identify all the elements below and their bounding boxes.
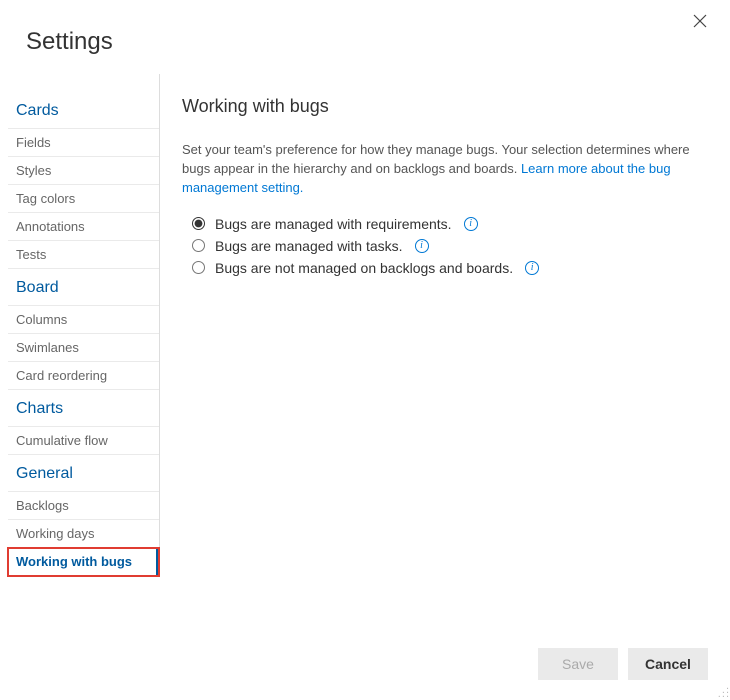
sidebar-item-columns[interactable]: Columns bbox=[8, 306, 159, 334]
sidebar-item-swimlanes[interactable]: Swimlanes bbox=[8, 334, 159, 362]
info-icon[interactable]: i bbox=[464, 217, 478, 231]
sidebar-item-tag-colors[interactable]: Tag colors bbox=[8, 185, 159, 213]
bug-option-label: Bugs are not managed on backlogs and boa… bbox=[215, 260, 513, 276]
sidebar-section-general: General bbox=[8, 455, 159, 492]
save-button[interactable]: Save bbox=[538, 648, 618, 680]
cancel-button[interactable]: Cancel bbox=[628, 648, 708, 680]
bug-option-label: Bugs are managed with tasks. bbox=[215, 238, 403, 254]
sidebar-item-card-reordering[interactable]: Card reordering bbox=[8, 362, 159, 390]
sidebar-section-board: Board bbox=[8, 269, 159, 306]
dialog-footer: Save Cancel bbox=[538, 648, 708, 680]
sidebar-item-cumulative-flow[interactable]: Cumulative flow bbox=[8, 427, 159, 455]
close-button[interactable] bbox=[688, 12, 712, 36]
bug-option-radio-2[interactable] bbox=[192, 261, 205, 274]
content-title: Working with bugs bbox=[182, 96, 702, 117]
info-icon[interactable]: i bbox=[415, 239, 429, 253]
bug-option-row: Bugs are managed with requirements. i bbox=[192, 216, 702, 232]
sidebar-item-backlogs[interactable]: Backlogs bbox=[8, 492, 159, 520]
sidebar-section-cards: Cards bbox=[8, 92, 159, 129]
sidebar-item-fields[interactable]: Fields bbox=[8, 129, 159, 157]
sidebar-item-annotations[interactable]: Annotations bbox=[8, 213, 159, 241]
bug-option-row: Bugs are managed with tasks. i bbox=[192, 238, 702, 254]
close-icon bbox=[693, 14, 707, 28]
sidebar-item-working-with-bugs[interactable]: Working with bugs bbox=[8, 548, 159, 576]
bug-option-radio-0[interactable] bbox=[192, 217, 205, 230]
page-title: Settings bbox=[26, 28, 730, 56]
content-panel: Working with bugs Set your team's prefer… bbox=[160, 74, 730, 576]
sidebar-item-styles[interactable]: Styles bbox=[8, 157, 159, 185]
sidebar-item-tests[interactable]: Tests bbox=[8, 241, 159, 269]
sidebar: CardsFieldsStylesTag colorsAnnotationsTe… bbox=[8, 74, 160, 576]
sidebar-item-working-days[interactable]: Working days bbox=[8, 520, 159, 548]
bug-option-row: Bugs are not managed on backlogs and boa… bbox=[192, 260, 702, 276]
bug-option-radio-1[interactable] bbox=[192, 239, 205, 252]
content-description: Set your team's preference for how they … bbox=[182, 141, 702, 198]
sidebar-section-charts: Charts bbox=[8, 390, 159, 427]
bug-option-label: Bugs are managed with requirements. bbox=[215, 216, 452, 232]
resize-grip-icon[interactable]: .. .. . . bbox=[718, 684, 728, 696]
bug-options-group: Bugs are managed with requirements.iBugs… bbox=[192, 216, 702, 276]
info-icon[interactable]: i bbox=[525, 261, 539, 275]
